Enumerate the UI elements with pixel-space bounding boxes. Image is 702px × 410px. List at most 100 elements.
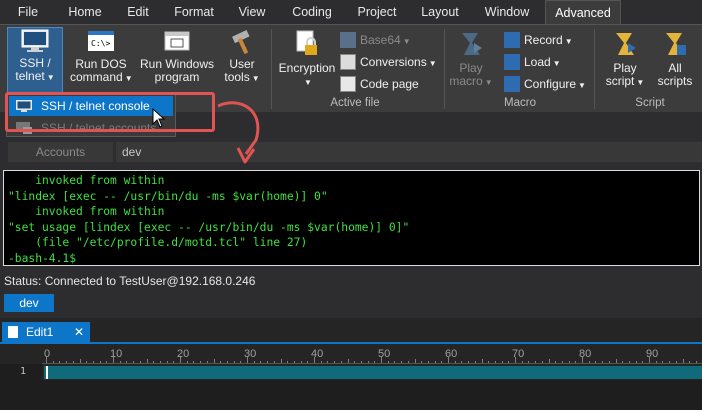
- ruler-tick: [280, 359, 282, 363]
- encryption-button[interactable]: Encryption ▼: [276, 29, 338, 95]
- ruler-tick: [481, 359, 483, 363]
- ruler-tick: [159, 361, 161, 363]
- ruler-tick: [635, 361, 637, 363]
- ruler-tick: [628, 361, 630, 363]
- ruler-tick: [253, 361, 255, 363]
- ruler-tick: [360, 361, 362, 363]
- play-script-button[interactable]: Play script ▼: [600, 29, 650, 95]
- editor-body[interactable]: [42, 380, 702, 410]
- ruler-label: 60: [445, 348, 458, 360]
- accounts-label[interactable]: Accounts: [8, 142, 113, 162]
- hammer-icon: [232, 29, 250, 55]
- close-icon[interactable]: ✕: [74, 322, 84, 342]
- ruler-tick: [287, 361, 289, 363]
- session-tab-dev[interactable]: dev: [4, 294, 54, 312]
- chevron-down-icon: ▼: [124, 74, 133, 83]
- menu-tab-format[interactable]: Format: [168, 0, 220, 24]
- line-gutter: 1: [0, 364, 42, 410]
- menu-tab-home[interactable]: Home: [60, 0, 110, 24]
- run-windows-button[interactable]: Run Windows program: [138, 29, 216, 95]
- menu-tab-file[interactable]: File: [8, 0, 48, 24]
- play-macro-line2: macro: [449, 74, 483, 88]
- menu-tab-advanced[interactable]: Advanced: [545, 0, 621, 24]
- menu-tab-window[interactable]: Window: [476, 0, 538, 24]
- ruler-tick: [461, 361, 463, 363]
- ruler-tick: [314, 357, 315, 363]
- ruler-tick: [374, 361, 376, 363]
- ruler-tick: [434, 361, 436, 363]
- play-macro-line1: Play: [459, 61, 483, 75]
- document-tab-edit1[interactable]: Edit1 ✕: [2, 322, 90, 342]
- ruler-tick: [166, 361, 168, 363]
- record-icon: [504, 32, 520, 48]
- ruler-tick: [66, 361, 68, 363]
- ruler-tick: [401, 361, 403, 363]
- ruler-tick: [568, 361, 570, 363]
- record-button[interactable]: Record ▼: [504, 31, 573, 49]
- ruler-tick: [695, 361, 697, 363]
- all-scripts-line1: All: [668, 61, 682, 75]
- ruler-label: 40: [311, 348, 324, 360]
- configure-label: Configure: [524, 77, 577, 91]
- base64-button[interactable]: Base64 ▼: [340, 31, 411, 49]
- ruler-tick: [260, 361, 262, 363]
- ruler-label: 0: [44, 348, 51, 360]
- ssh-telnet-button[interactable]: SSH / telnet ▼: [7, 27, 63, 95]
- chevron-down-icon: ▼: [636, 78, 645, 87]
- text-cursor: [46, 366, 48, 379]
- lock-icon: [296, 30, 317, 55]
- ruler-tick: [247, 357, 248, 363]
- ruler-tick: [119, 361, 121, 363]
- ruler-tick: [521, 361, 523, 363]
- group-label-active-file: Active file: [330, 97, 380, 109]
- codepage-button[interactable]: Code page: [340, 75, 419, 93]
- script-icon: [616, 33, 636, 55]
- ruler-tick: [394, 361, 396, 363]
- configure-button[interactable]: Configure ▼: [504, 75, 586, 93]
- configure-icon: [504, 76, 520, 92]
- run-dos-button[interactable]: C:\> Run DOS command ▼: [70, 29, 133, 95]
- chevron-down-icon: ▼: [564, 37, 573, 46]
- play-script-line1: Play: [613, 61, 637, 75]
- load-button[interactable]: Load ▼: [504, 53, 561, 71]
- codepage-icon: [340, 76, 356, 92]
- terminal-icon: C:\>: [88, 31, 114, 51]
- chevron-down-icon: ▼: [578, 81, 586, 90]
- ruler-tick: [99, 361, 101, 363]
- user-tools-button[interactable]: User tools ▼: [220, 29, 264, 95]
- all-scripts-button[interactable]: All scripts: [652, 29, 698, 95]
- ruler-tick: [72, 361, 74, 363]
- ruler-tick: [381, 357, 382, 363]
- connection-status: Status: Connected to TestUser@192.168.0.…: [4, 274, 256, 288]
- ruler-tick: [367, 361, 369, 363]
- conversions-label: Conversions: [360, 55, 427, 69]
- ruler-tick: [92, 361, 94, 363]
- ruler-tick: [649, 357, 650, 363]
- ruler-tick: [535, 361, 537, 363]
- chevron-down-icon: ▼: [46, 73, 55, 82]
- svg-text:C:\>: C:\>: [91, 39, 110, 48]
- terminal-output[interactable]: invoked from within "lindex [exec -- /us…: [3, 170, 700, 266]
- conversions-button[interactable]: Conversions ▼: [340, 53, 437, 71]
- ruler-tick: [595, 361, 597, 363]
- ruler-tick: [387, 361, 389, 363]
- ruler-label: 90: [646, 348, 659, 360]
- menu-tab-edit[interactable]: Edit: [118, 0, 158, 24]
- play-macro-button[interactable]: Play macro ▼: [448, 29, 494, 95]
- group-separator: [271, 29, 272, 109]
- ruler-tick: [548, 359, 550, 363]
- menu-tab-project[interactable]: Project: [350, 0, 404, 24]
- menu-tab-coding[interactable]: Coding: [284, 0, 340, 24]
- ruler-tick: [488, 361, 490, 363]
- accounts-value[interactable]: dev: [116, 142, 702, 162]
- current-line-highlight[interactable]: [44, 366, 702, 379]
- menu-tab-layout[interactable]: Layout: [414, 0, 466, 24]
- chevron-down-icon: ▼: [552, 59, 561, 68]
- ruler-tick: [213, 359, 215, 363]
- mouse-cursor-icon: [152, 108, 166, 128]
- ruler-tick: [340, 361, 342, 363]
- menu-tab-view[interactable]: View: [230, 0, 274, 24]
- dos-label-line2: command: [70, 70, 123, 84]
- play-script-line2: script: [605, 74, 635, 88]
- ruler-tick: [113, 357, 114, 363]
